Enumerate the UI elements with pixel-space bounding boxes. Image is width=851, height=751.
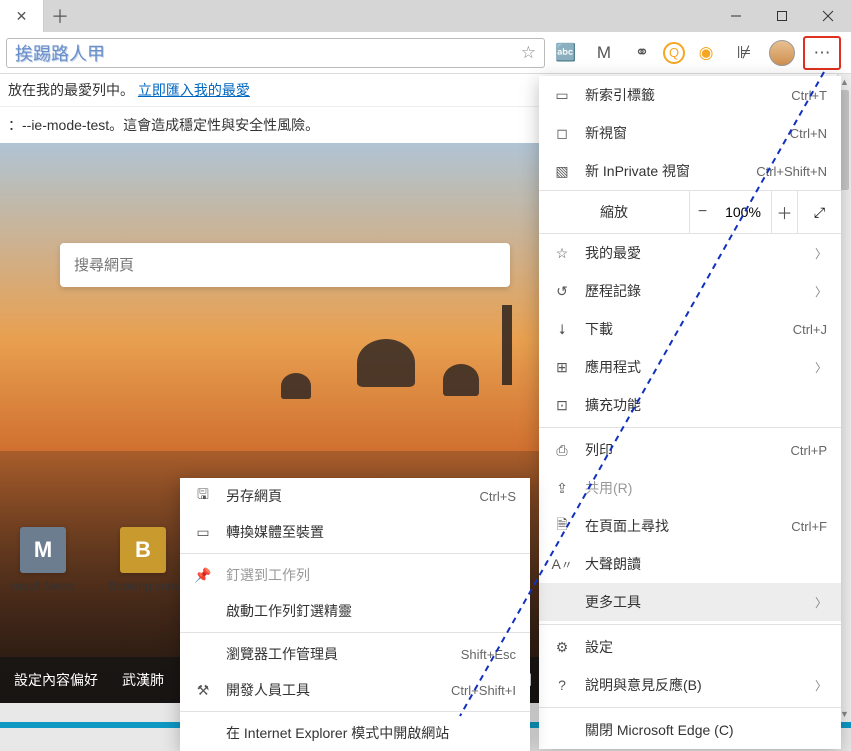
favorites-menu-icon[interactable]: ⊯ — [727, 36, 761, 70]
minimize-button[interactable] — [713, 0, 759, 32]
address-text: 挨踢路人甲 — [15, 40, 521, 66]
chevron-right-icon: 〉 — [815, 283, 827, 300]
help-icon: ? — [553, 677, 571, 693]
tile-icon: M — [20, 527, 66, 573]
print-icon: ⎙ — [553, 442, 571, 459]
gear-icon: ⚙ — [553, 639, 571, 656]
menu-help[interactable]: ? 說明與意見反應(B) 〉 — [539, 666, 841, 704]
close-tab-icon[interactable]: ✕ — [16, 8, 28, 25]
tile-label: Booking.com — [108, 579, 177, 593]
new-window-icon: ◻ — [553, 125, 571, 142]
fullscreen-button[interactable]: ⤢ — [797, 191, 841, 233]
menu-close-edge[interactable]: 關閉 Microsoft Edge (C) — [539, 711, 841, 749]
browser-toolbar: 挨踢路人甲 ☆ 🔤 M ⚭ Q ◉ ⊯ ⋯ — [0, 32, 851, 74]
submenu-cast[interactable]: ▭ 轉換媒體至裝置 — [180, 514, 530, 550]
window-controls — [713, 0, 851, 32]
devtools-icon: ⚒ — [194, 682, 212, 699]
more-menu-button[interactable]: ⋯ — [803, 36, 841, 70]
menu-new-tab[interactable]: ▭ 新索引標籤 Ctrl+T — [539, 76, 841, 114]
import-favorites-link[interactable]: 立即匯入我的最愛 — [138, 82, 250, 98]
menu-new-inprivate[interactable]: ▧ 新 InPrivate 視窗 Ctrl+Shift+N — [539, 152, 841, 190]
menu-read-aloud[interactable]: A〃 大聲朗讀 — [539, 545, 841, 583]
infobar-text: 放在我的最愛列中。 — [8, 82, 134, 98]
share-icon: ⇪ — [553, 480, 571, 497]
favorite-star-icon[interactable]: ☆ — [521, 43, 536, 63]
web-search-box[interactable] — [60, 243, 510, 287]
cast-icon: ▭ — [194, 524, 212, 541]
flag-text: ：--ie-mode-test。這會造成穩定性與安全性風險。 — [8, 117, 319, 133]
quick-links: M rosoft News B Booking.com — [0, 527, 186, 593]
submenu-dev-tools[interactable]: ⚒ 開發人員工具 Ctrl+Shift+I — [180, 672, 530, 708]
menu-print[interactable]: ⎙ 列印 Ctrl+P — [539, 431, 841, 469]
news-topic[interactable]: 武漢肺 — [122, 670, 164, 690]
search-input[interactable] — [74, 257, 496, 274]
menu-find[interactable]: 🗎 在頁面上尋找 Ctrl+F — [539, 507, 841, 545]
star-icon: ☆ — [553, 245, 571, 262]
extension-icon[interactable]: ⚭ — [625, 36, 659, 70]
download-icon: ⭣ — [553, 321, 571, 338]
menu-share[interactable]: ⇪ 共用(R) — [539, 469, 841, 507]
scrollbar-thumb[interactable] — [840, 90, 849, 190]
address-bar[interactable]: 挨踢路人甲 ☆ — [6, 38, 545, 68]
zoom-out-button[interactable]: − — [689, 191, 715, 233]
menu-extensions[interactable]: ⊡ 擴充功能 — [539, 386, 841, 424]
menu-history[interactable]: ↺ 歷程記錄 〉 — [539, 272, 841, 310]
inprivate-icon: ▧ — [553, 163, 571, 180]
pin-icon: 📌 — [194, 567, 212, 584]
menu-settings[interactable]: ⚙ 設定 — [539, 628, 841, 666]
chevron-right-icon: 〉 — [815, 594, 827, 611]
submenu-task-manager[interactable]: 瀏覽器工作管理員 Shift+Esc — [180, 636, 530, 672]
new-tab-button[interactable]: ＋ — [44, 0, 76, 32]
tab-strip: ✕ ＋ — [0, 0, 713, 32]
maximize-button[interactable] — [759, 0, 805, 32]
new-tab-icon: ▭ — [553, 87, 571, 104]
submenu-ie-mode[interactable]: 在 Internet Explorer 模式中開啟網站 — [180, 715, 530, 751]
brave-icon[interactable]: ◉ — [689, 36, 723, 70]
chevron-right-icon: 〉 — [815, 677, 827, 694]
gmail-icon[interactable]: M — [587, 36, 621, 70]
menu-favorites[interactable]: ☆ 我的最愛 〉 — [539, 234, 841, 272]
submenu-pin-taskbar[interactable]: 📌 釘選到工作列 — [180, 557, 530, 593]
submenu-pin-wizard[interactable]: 啟動工作列釘選精靈 — [180, 593, 530, 629]
quick-link-tile[interactable]: B Booking.com — [100, 527, 186, 593]
tile-label: rosoft News — [11, 579, 74, 593]
translate-icon[interactable]: 🔤 — [549, 36, 583, 70]
find-icon: 🗎 — [553, 514, 571, 538]
titlebar: ✕ ＋ — [0, 0, 851, 32]
browser-tab[interactable]: ✕ — [0, 0, 44, 32]
menu-downloads[interactable]: ⭣ 下載 Ctrl+J — [539, 310, 841, 348]
quick-link-tile[interactable]: M rosoft News — [0, 527, 86, 593]
save-icon: 🖫 — [194, 484, 212, 508]
customize-button[interactable]: 設定內容偏好 — [14, 670, 98, 690]
chevron-right-icon: 〉 — [815, 245, 827, 262]
menu-apps[interactable]: ⊞ 應用程式 〉 — [539, 348, 841, 386]
profile-avatar[interactable] — [765, 36, 799, 70]
settings-menu: ▭ 新索引標籤 Ctrl+T ◻ 新視窗 Ctrl+N ▧ 新 InPrivat… — [539, 76, 841, 749]
close-window-button[interactable] — [805, 0, 851, 32]
zoom-label: 縮放 — [539, 202, 689, 222]
zoom-in-button[interactable]: ＋ — [771, 191, 797, 233]
zoom-controls: 縮放 − 100% ＋ ⤢ — [539, 190, 841, 234]
menu-more-tools[interactable]: 更多工具 〉 — [539, 583, 841, 621]
apps-icon: ⊞ — [553, 359, 571, 376]
tile-icon: B — [120, 527, 166, 573]
read-aloud-icon: A〃 — [553, 556, 571, 573]
history-icon: ↺ — [553, 283, 571, 300]
chevron-right-icon: 〉 — [815, 359, 827, 376]
zoom-value: 100% — [715, 204, 771, 220]
extensions-icon: ⊡ — [553, 397, 571, 414]
more-tools-submenu: 🖫 另存網頁 Ctrl+S ▭ 轉換媒體至裝置 📌 釘選到工作列 啟動工作列釘選… — [180, 478, 530, 751]
submenu-save-as[interactable]: 🖫 另存網頁 Ctrl+S — [180, 478, 530, 514]
menu-new-window[interactable]: ◻ 新視窗 Ctrl+N — [539, 114, 841, 152]
search-ext-icon[interactable]: Q — [663, 42, 685, 64]
